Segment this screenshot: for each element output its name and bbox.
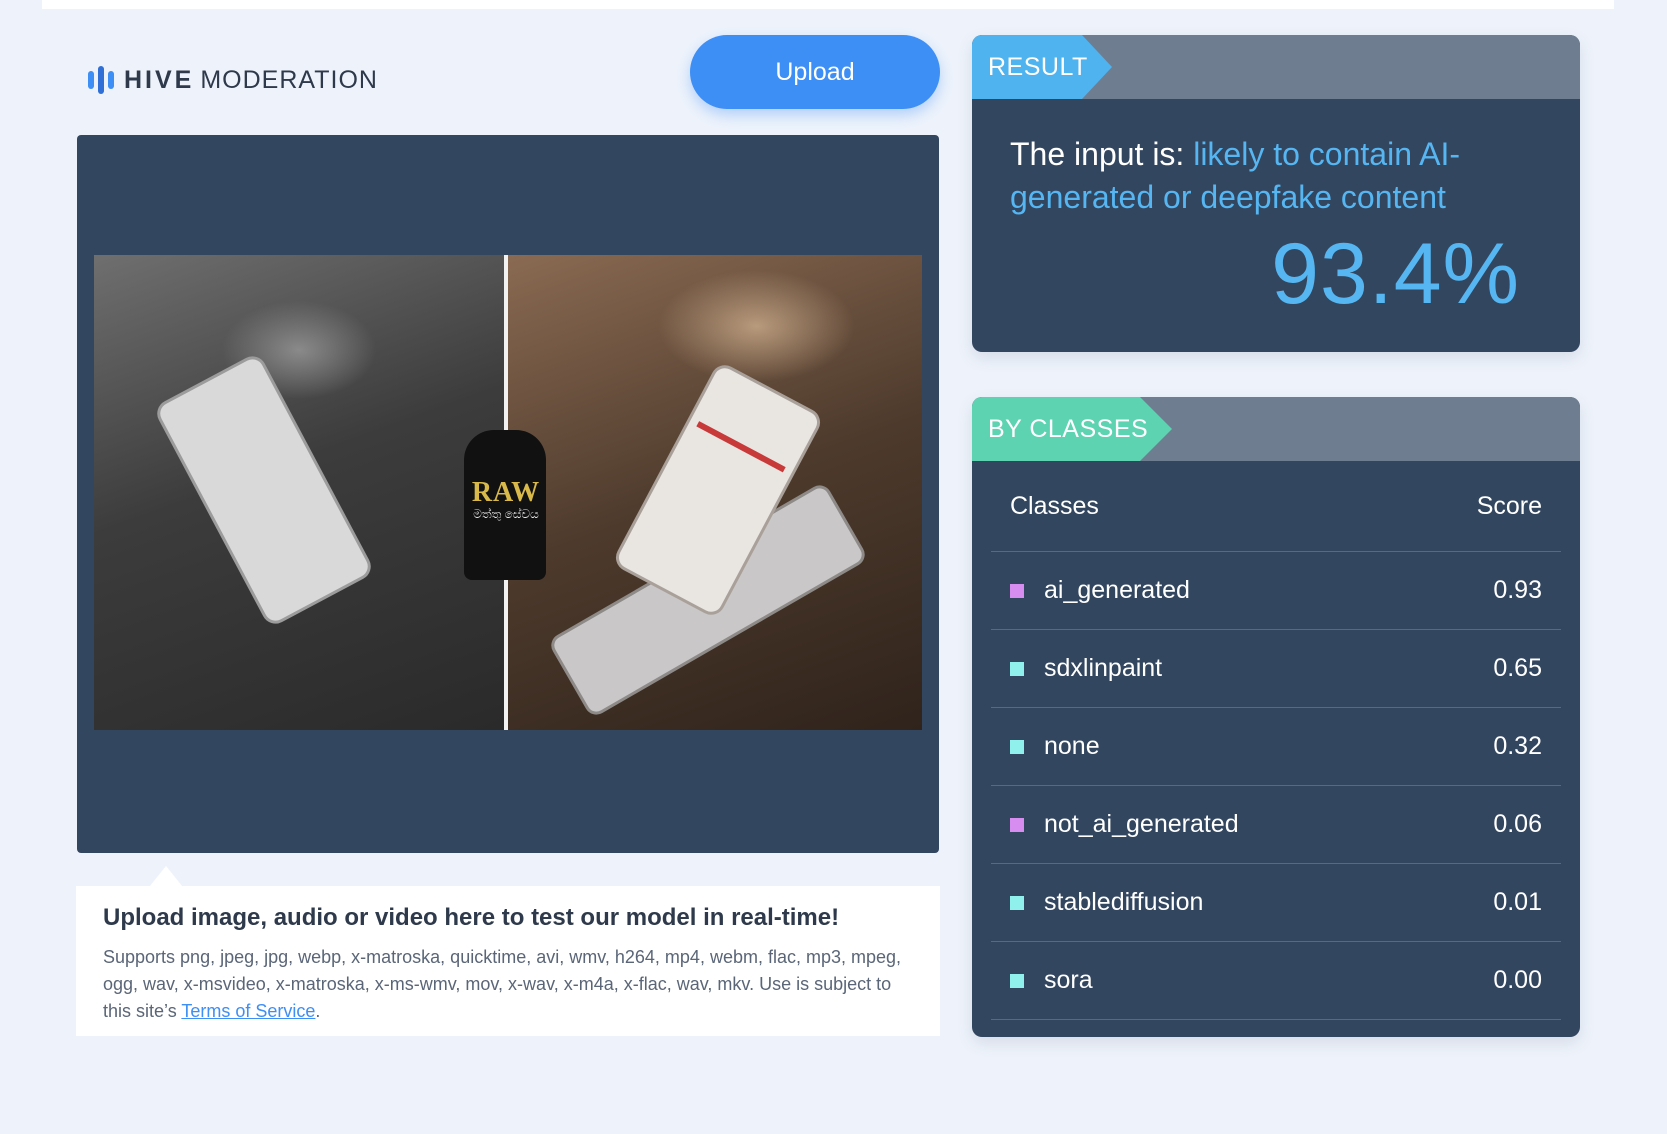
- class-label: none: [1044, 732, 1100, 760]
- image-right-half: [508, 255, 922, 730]
- classes-card: BY CLASSES Classes Score ai_generated 0.9…: [972, 397, 1580, 1037]
- class-score: 0.06: [1493, 810, 1542, 838]
- table-row: ai_generated 0.93: [991, 552, 1561, 630]
- info-description-suffix: .: [315, 1001, 321, 1021]
- watermark-subtext: මත්තු සේවය: [473, 507, 539, 521]
- logo-text: HIVE MODERATION: [124, 66, 378, 95]
- watermark-logo: RAW: [471, 477, 541, 508]
- image-left-half: [94, 255, 504, 730]
- class-label: ai_generated: [1044, 576, 1190, 604]
- hive-logo-icon: [88, 66, 114, 94]
- result-card: RESULT The input is: likely to contain A…: [972, 35, 1580, 352]
- info-title: Upload image, audio or video here to tes…: [103, 904, 840, 931]
- result-score: 93.4%: [1271, 226, 1520, 322]
- upload-button[interactable]: Upload: [690, 35, 940, 109]
- hive-logo[interactable]: HIVE MODERATION: [88, 64, 378, 96]
- class-score: 0.00: [1493, 966, 1542, 994]
- table-row: not_ai_generated 0.06: [991, 786, 1561, 864]
- class-color-swatch: [1010, 973, 1024, 988]
- classes-tag: BY CLASSES: [972, 397, 1172, 461]
- info-description: Supports png, jpeg, jpg, webp, x-matrosk…: [103, 944, 913, 1025]
- class-color-swatch: [1010, 739, 1024, 754]
- top-strip: [42, 0, 1614, 9]
- column-header-score: Score: [1476, 491, 1542, 520]
- classes-table-body: ai_generated 0.93 sdxlinpaint 0.65 none 0.32 n…: [991, 552, 1561, 1020]
- table-row: none 0.32: [991, 708, 1561, 786]
- class-score: 0.93: [1493, 576, 1542, 604]
- image-preview-panel[interactable]: RAW මත්තු සේවය: [77, 135, 939, 853]
- bus-shape: [152, 351, 376, 629]
- class-label: stablediffusion: [1044, 888, 1204, 916]
- class-color-swatch: [1010, 661, 1024, 676]
- class-score: 0.32: [1493, 732, 1542, 760]
- class-label: sdxlinpaint: [1044, 654, 1163, 682]
- class-score: 0.65: [1493, 654, 1542, 682]
- classes-table: Classes Score ai_generated 0.93 sdxlinpain…: [991, 461, 1561, 1020]
- class-label: not_ai_generated: [1044, 810, 1239, 838]
- result-card-header: RESULT: [972, 35, 1580, 99]
- class-color-swatch: [1010, 817, 1024, 832]
- result-prefix: The input is:: [1010, 136, 1194, 172]
- uploaded-image: RAW මත්තු සේවය: [94, 255, 922, 730]
- class-color-swatch: [1010, 895, 1024, 910]
- result-statement: The input is: likely to contain AI-gener…: [1010, 133, 1542, 219]
- result-tag: RESULT: [972, 35, 1112, 99]
- upload-info-box: Upload image, audio or video here to tes…: [76, 886, 940, 1036]
- classes-card-header: BY CLASSES: [972, 397, 1580, 461]
- logo-light: MODERATION: [200, 65, 378, 94]
- class-color-swatch: [1010, 583, 1024, 598]
- classes-table-header: Classes Score: [991, 461, 1561, 552]
- info-caret: [150, 866, 182, 886]
- terms-of-service-link[interactable]: Terms of Service: [181, 1001, 315, 1021]
- table-row: sora 0.00: [991, 942, 1561, 1020]
- logo-bold: HIVE: [124, 65, 195, 94]
- class-score: 0.01: [1493, 888, 1542, 916]
- class-label: sora: [1044, 966, 1093, 994]
- table-row: sdxlinpaint 0.65: [991, 630, 1561, 708]
- table-row: stablediffusion 0.01: [991, 864, 1561, 942]
- column-header-classes: Classes: [1010, 491, 1099, 520]
- result-body: The input is: likely to contain AI-gener…: [972, 99, 1580, 219]
